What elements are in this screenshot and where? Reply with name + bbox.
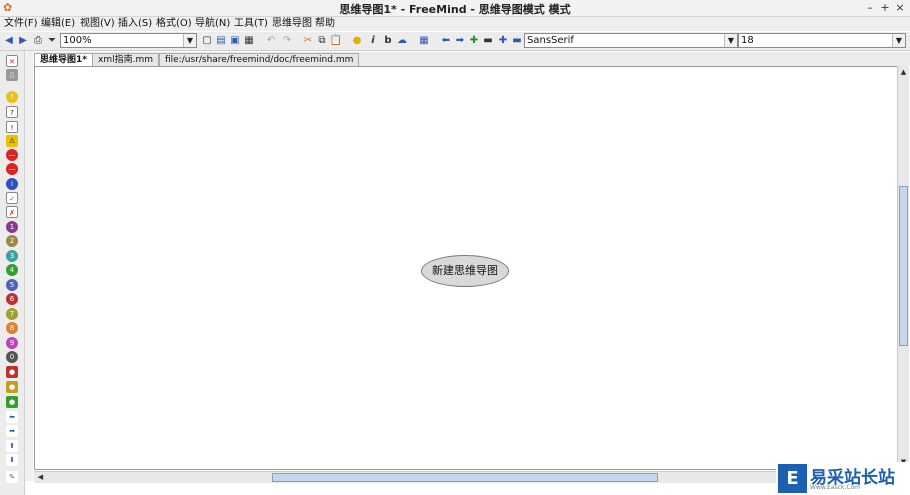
tab-mindmap1[interactable]: 思维导图1* [34,53,93,67]
priority-1-icon[interactable]: 1 [6,221,18,233]
idea-icon[interactable]: ! [6,91,18,103]
save-icon[interactable]: ▣ [228,33,242,48]
menu-navigate[interactable]: 导航(N) [195,17,230,31]
menu-mindmaps[interactable]: 思维导图 [272,17,312,31]
tab-xml-guide[interactable]: xml指南.mm [92,53,159,67]
menu-format[interactable]: 格式(O) [156,17,192,31]
remove-last-icon[interactable]: ✕ [6,55,18,67]
close-button[interactable]: × [893,1,907,15]
back-icon[interactable]: ◀ [2,33,16,48]
priority-5-icon[interactable]: 5 [6,279,18,291]
chevron-down-icon: ▼ [183,34,196,47]
priority-6-icon[interactable]: 6 [6,293,18,305]
priority-8-icon[interactable]: 8 [6,322,18,334]
copy-icon[interactable]: ⧉ [315,33,329,48]
zoom-value: 100% [63,35,92,46]
arrow-forward-icon[interactable]: ➡ [6,425,18,437]
zoom-select[interactable]: 100% ▼ [60,33,197,48]
horizontal-scrollbar[interactable]: ◀ ▶ [34,471,898,483]
arrow-up-icon[interactable]: ⬆ [6,440,18,452]
traffic-light-green-icon[interactable]: ● [6,396,18,408]
trash-icon[interactable]: ▯ [6,69,18,81]
root-node[interactable]: 新建思维导图 [421,255,509,287]
window-title: 思维导图1* - FreeMind - 思维导图模式 模式 [339,3,571,16]
splitter-handle[interactable] [25,51,33,481]
menu-bar: 文件(F) 编辑(E) 视图(V) 插入(S) 格式(O) 导航(N) 工具(T… [0,17,910,31]
title-bar: ✿ 思维导图1* - FreeMind - 思维导图模式 模式 – + × [0,0,910,17]
undo-icon[interactable]: ↶ [264,33,278,48]
scroll-up-icon[interactable]: ▲ [899,68,908,77]
arrow-down-icon[interactable]: ⬇ [6,454,18,466]
italic-icon[interactable]: i [366,33,380,48]
arrow-left-icon[interactable]: ⬅ [439,33,453,48]
font-family-select[interactable]: SansSerif ▼ [524,33,738,48]
site-watermark: E 易采站长站 Www.Easck.Com [776,462,910,495]
arrow-right-icon[interactable]: ➡ [453,33,467,48]
question-icon[interactable]: ? [6,106,18,118]
vertical-scrollbar[interactable]: ▲ ▼ [897,66,909,470]
priority-9-icon[interactable]: 9 [6,337,18,349]
traffic-light-red-icon[interactable]: ● [6,366,18,378]
menu-help[interactable]: 帮助 [315,17,335,31]
font-size-value: 18 [741,35,754,46]
attachment-icon[interactable]: ✎ [6,471,18,483]
calendar-icon[interactable]: ▦ [417,33,431,48]
horizontal-scroll-thumb[interactable] [272,473,658,482]
chevron-down-icon: ▼ [892,34,905,47]
new-map-icon[interactable]: ▢ [200,33,214,48]
cloud-icon[interactable]: ☁ [395,33,409,48]
remove-node-icon[interactable]: ▬ [481,33,495,48]
watermark-url: Www.Easck.Com [810,484,861,491]
map-tabs: 思维导图1* xml指南.mm file:/usr/share/freemind… [34,52,910,67]
watermark-logo: E [778,464,807,493]
cut-icon[interactable]: ✂ [301,33,315,48]
checkmark-icon[interactable]: ✓ [6,192,18,204]
warning-icon[interactable]: ⚠ [6,135,18,147]
bold-icon[interactable]: b [381,33,395,48]
priority-3-icon[interactable]: 3 [6,250,18,262]
priority-4-icon[interactable]: 4 [6,264,18,276]
exclamation-icon[interactable]: ! [6,121,18,133]
priority-7-icon[interactable]: 7 [6,308,18,320]
forward-icon[interactable]: ▶ [16,33,30,48]
priority-0-icon[interactable]: 0 [6,351,18,363]
open-icon[interactable]: ▤ [214,33,228,48]
minimize-button[interactable]: – [863,1,877,15]
no-entry-icon[interactable]: — [6,163,18,175]
idea-bulb-icon[interactable]: ● [350,33,364,48]
maximize-button[interactable]: + [878,1,892,15]
font-size-select[interactable]: 18 ▼ [738,33,906,48]
menu-tools[interactable]: 工具(T) [234,17,268,31]
menu-file[interactable]: 文件(F) [4,17,38,31]
cross-icon[interactable]: ✗ [6,206,18,218]
zoom-in-icon[interactable]: ✚ [496,33,510,48]
icon-sidebar: ✕ ▯ ! ? ! ⚠ — — i ✓ ✗ 1 2 3 4 5 6 7 8 9 … [0,51,25,495]
menu-edit[interactable]: 编辑(E) [41,17,75,31]
filter-icon[interactable]: ⏷ [45,33,59,48]
chevron-down-icon: ▼ [724,34,737,47]
save-as-icon[interactable]: ▦ [242,33,256,48]
zoom-out-icon[interactable]: ▬ [510,33,524,48]
print-icon[interactable]: ⎙ [31,33,45,48]
tab-freemind-doc[interactable]: file:/usr/share/freemind/doc/freemind.mm [159,53,360,67]
priority-2-icon[interactable]: 2 [6,235,18,247]
font-family-value: SansSerif [527,35,574,46]
toolbar: ◀ ▶ ⎙ ⏷ 100% ▼ ▢ ▤ ▣ ▦ ↶ ↷ ✂ ⧉ 📋 ● i b ☁… [0,32,910,51]
menu-view[interactable]: 视图(V) [80,17,115,31]
stop-icon[interactable]: — [6,149,18,161]
paste-icon[interactable]: 📋 [329,33,343,48]
traffic-light-yellow-icon[interactable]: ● [6,381,18,393]
menu-insert[interactable]: 插入(S) [118,17,152,31]
scroll-left-icon[interactable]: ◀ [36,473,45,482]
redo-icon[interactable]: ↷ [280,33,294,48]
info-icon[interactable]: i [6,178,18,190]
vertical-scroll-thumb[interactable] [899,186,908,346]
add-node-icon[interactable]: ✚ [467,33,481,48]
arrow-back-icon[interactable]: ⬅ [6,411,18,423]
